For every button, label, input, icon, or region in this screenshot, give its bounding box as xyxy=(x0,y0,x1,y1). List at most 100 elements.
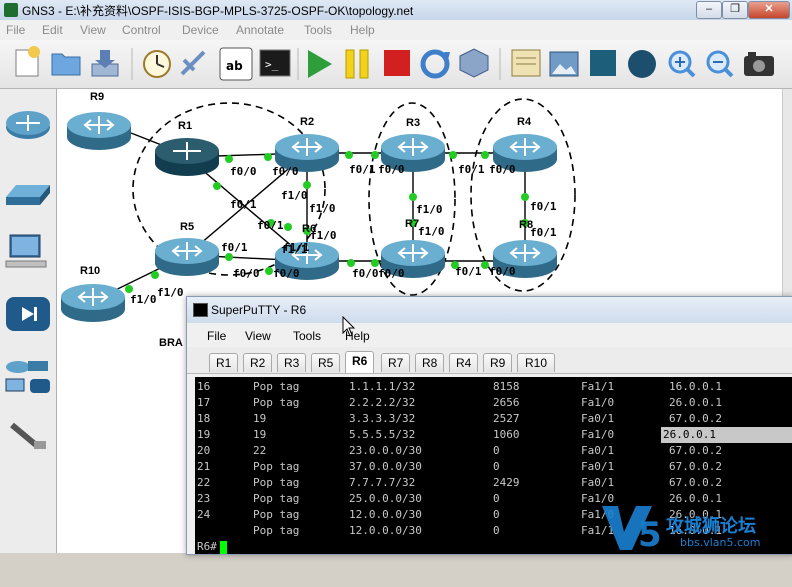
putty-terminal-icon xyxy=(193,303,208,317)
menu-file[interactable]: File xyxy=(6,23,25,37)
mouse-cursor-icon xyxy=(342,316,356,337)
menu-device[interactable]: Device xyxy=(182,23,219,37)
close-button[interactable]: ✕ xyxy=(748,1,790,19)
title-bar: GNS3 - E:\补充资料\OSPF-ISIS-BGP-MPLS-3725-O… xyxy=(0,0,792,21)
iface-label: f0/1 xyxy=(257,219,284,232)
table-row: 18 19 3.3.3.3/32 2527 Fa0/1 67.0.0.2 xyxy=(197,412,722,425)
iface-label: f1/0 xyxy=(416,203,443,216)
putty-menu-tools[interactable]: Tools xyxy=(293,329,321,343)
switches-icon xyxy=(6,185,50,205)
tab-r8[interactable]: R8 xyxy=(415,353,445,372)
minimize-button[interactable]: – xyxy=(696,1,722,19)
tab-r1[interactable]: R1 xyxy=(209,353,239,372)
watermark-url: bbs.vlan5.com xyxy=(680,536,761,549)
add-link-icon xyxy=(180,50,206,76)
table-row: 23 Pop tag 25.0.0.0/30 0 Fa1/0 26.0.0.1 xyxy=(197,492,722,505)
draw-rectangle-icon xyxy=(590,50,616,76)
table-row: 24 Pop tag 12.0.0.0/30 0 Fa1/0 26.0.0.1 xyxy=(197,508,722,521)
show-interface-labels-icon: ab xyxy=(219,47,253,81)
iface-label: f0/1 xyxy=(349,163,376,176)
iface-label: f1/0 xyxy=(281,189,308,202)
device-dock xyxy=(0,89,57,553)
reload-all-icon xyxy=(420,49,450,79)
tab-r7[interactable]: R7 xyxy=(381,353,411,372)
menu-help[interactable]: Help xyxy=(350,23,375,37)
dock-icons xyxy=(5,111,50,449)
menu-bar: File Edit View Control Device Annotate T… xyxy=(0,20,792,40)
end-devices-icon xyxy=(5,234,47,268)
router-r5 xyxy=(154,237,220,277)
stop-all-icon xyxy=(384,50,410,76)
router-r9 xyxy=(66,111,132,151)
router-r1 xyxy=(155,138,219,176)
iface-label: f1/0 xyxy=(130,293,157,306)
router-label-r7: R7 xyxy=(405,218,420,230)
watermark-text: 攻城狮论坛 xyxy=(666,516,756,537)
insert-picture-icon xyxy=(549,51,579,77)
tab-r3[interactable]: R3 xyxy=(277,353,307,372)
table-row: 17 Pop tag 2.2.2.2/32 2656 Fa1/0 26.0.0.1 xyxy=(197,396,722,409)
iface-label: f0/1 xyxy=(458,163,485,176)
table-row: 20 22 23.0.0.0/30 0 Fa0/1 67.0.0.2 xyxy=(197,444,722,457)
menu-annotate[interactable]: Annotate xyxy=(236,23,284,37)
tab-r9[interactable]: R9 xyxy=(483,353,513,372)
router-label-r2: R2 xyxy=(300,116,315,128)
putty-title-bar[interactable]: SuperPuTTY - R6 xyxy=(187,297,792,323)
iface-label: f0/0 xyxy=(272,165,299,178)
zoom-in-icon xyxy=(668,50,696,78)
router-label-r5: R5 xyxy=(180,221,195,233)
svg-text:5: 5 xyxy=(638,515,662,553)
iface-label: f0/0 xyxy=(489,265,516,278)
table-row: 19 19 5.5.5.5/32 1060 Fa1/0 26.0.0.1 xyxy=(195,427,792,443)
virtualbox-icon xyxy=(459,48,489,78)
iface-label: f1/0 xyxy=(157,286,184,299)
add-link-cable-icon xyxy=(10,422,46,449)
putty-menu-file[interactable]: File xyxy=(207,329,226,343)
start-all-icon xyxy=(308,50,332,78)
iface-label: f0/0 xyxy=(378,163,405,176)
menu-tools[interactable]: Tools xyxy=(304,23,332,37)
window-title: GNS3 - E:\补充资料\OSPF-ISIS-BGP-MPLS-3725-O… xyxy=(22,4,414,18)
iface-label: f0/0 xyxy=(230,165,257,178)
save-project-icon xyxy=(91,50,119,77)
iface-label: f1/0 xyxy=(309,202,336,215)
menu-view[interactable]: View xyxy=(80,23,106,37)
iface-label: f0/0 xyxy=(378,267,405,280)
toolbar-icons: ab >_ xyxy=(15,46,774,81)
zoom-out-icon xyxy=(706,50,734,78)
menu-control[interactable]: Control xyxy=(122,23,161,37)
table-row: 22 Pop tag 7.7.7.7/32 2429 Fa0/1 67.0.0.2 xyxy=(197,476,722,489)
iface-label: f0/1 xyxy=(455,265,482,278)
partial-label: BRA xyxy=(159,337,183,349)
tab-r5[interactable]: R5 xyxy=(311,353,341,372)
router-label-r4: R4 xyxy=(517,116,532,128)
svg-text:ab: ab xyxy=(226,59,243,73)
maximize-button[interactable]: ❐ xyxy=(722,1,748,19)
tab-r4[interactable]: R4 xyxy=(449,353,479,372)
screenshot-icon xyxy=(744,52,774,76)
iface-label: f0/0 xyxy=(273,267,300,280)
menu-edit[interactable]: Edit xyxy=(42,23,63,37)
tab-r6[interactable]: R6 xyxy=(345,351,375,373)
console-all-icon: >_ xyxy=(259,49,291,77)
table-row: 16 Pop tag 1.1.1.1/32 8158 Fa1/1 16.0.0.1 xyxy=(197,380,722,393)
putty-menu-view[interactable]: View xyxy=(245,329,271,343)
draw-ellipse-icon xyxy=(628,50,656,78)
tab-r2[interactable]: R2 xyxy=(243,353,273,372)
router-label-r3: R3 xyxy=(406,117,421,129)
selected-next-hop: 26.0.0.1 xyxy=(661,427,792,443)
terminal-cursor xyxy=(220,540,227,554)
table-row: 21 Pop tag 37.0.0.0/30 0 Fa0/1 67.0.0.2 xyxy=(197,460,722,473)
tab-r10[interactable]: R10 xyxy=(517,353,555,372)
open-project-icon xyxy=(51,53,81,76)
iface-label: f0/1 xyxy=(530,200,557,213)
iface-label: f0/1 xyxy=(530,226,557,239)
router-label-r1: R1 xyxy=(178,120,193,132)
iface-label: f0/0 xyxy=(489,163,516,176)
router-label-r9: R9 xyxy=(90,91,105,103)
add-note-icon xyxy=(511,49,541,77)
session-tabs: R1 R2 R3 R5 R6 R7 R8 R4 R9 R10 xyxy=(187,347,792,374)
iface-label: f1/0 xyxy=(418,225,445,238)
suspend-all-icon xyxy=(345,49,369,79)
iface-label: f0/1 xyxy=(230,198,257,211)
